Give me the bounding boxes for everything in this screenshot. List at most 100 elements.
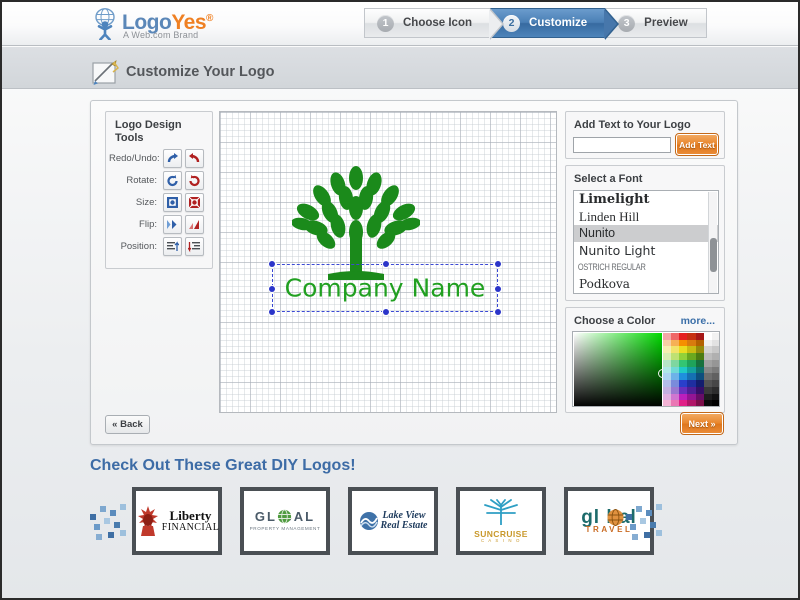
color-swatch[interactable] bbox=[679, 394, 687, 401]
color-swatch[interactable] bbox=[671, 367, 679, 374]
color-swatch[interactable] bbox=[663, 346, 671, 353]
more-colors-link[interactable]: more... bbox=[681, 315, 715, 327]
color-swatch[interactable] bbox=[671, 387, 679, 394]
color-swatch[interactable] bbox=[704, 400, 712, 407]
color-swatch[interactable] bbox=[696, 387, 704, 394]
color-swatch[interactable] bbox=[663, 394, 671, 401]
gallery-item-liberty-financial[interactable]: Liberty FINANCIAL bbox=[132, 487, 222, 555]
font-option-nunito[interactable]: Nunito bbox=[574, 225, 718, 242]
color-swatch[interactable] bbox=[696, 394, 704, 401]
color-swatch[interactable] bbox=[704, 373, 712, 380]
step-choose-icon[interactable]: 1 Choose Icon bbox=[364, 8, 490, 38]
color-swatch[interactable] bbox=[696, 333, 704, 340]
color-swatch[interactable] bbox=[679, 400, 687, 407]
align-front-icon[interactable] bbox=[163, 237, 182, 256]
next-button[interactable]: Next » bbox=[681, 413, 723, 434]
color-swatch[interactable] bbox=[712, 346, 720, 353]
color-swatch[interactable] bbox=[712, 373, 720, 380]
flip-vertical-icon[interactable] bbox=[185, 215, 204, 234]
color-swatch[interactable] bbox=[663, 340, 671, 347]
color-swatch[interactable] bbox=[704, 380, 712, 387]
color-swatch[interactable] bbox=[679, 353, 687, 360]
color-swatch[interactable] bbox=[712, 387, 720, 394]
step-customize[interactable]: 2 Customize bbox=[490, 8, 605, 38]
color-swatch[interactable] bbox=[679, 367, 687, 374]
saturation-brightness-gradient[interactable] bbox=[574, 333, 662, 407]
color-swatch[interactable] bbox=[679, 373, 687, 380]
color-swatch[interactable] bbox=[712, 394, 720, 401]
color-swatch[interactable] bbox=[671, 340, 679, 347]
logoyes-brand-logo[interactable]: LogoYes® A Web.com Brand bbox=[90, 6, 300, 44]
color-swatch[interactable] bbox=[712, 380, 720, 387]
resize-handle-nw[interactable] bbox=[269, 261, 275, 267]
color-swatch[interactable] bbox=[704, 333, 712, 340]
resize-handle-w[interactable] bbox=[269, 286, 275, 292]
color-swatch[interactable] bbox=[696, 360, 704, 367]
flip-horizontal-icon[interactable] bbox=[163, 215, 182, 234]
color-swatch[interactable] bbox=[679, 387, 687, 394]
gallery-item-lake-view-real-estate[interactable]: Lake View Real Estate bbox=[348, 487, 438, 555]
color-swatch[interactable] bbox=[687, 360, 695, 367]
color-swatch-grid[interactable] bbox=[663, 333, 720, 407]
color-swatch[interactable] bbox=[696, 367, 704, 374]
color-swatch[interactable] bbox=[696, 380, 704, 387]
color-swatch[interactable] bbox=[687, 380, 695, 387]
color-swatch[interactable] bbox=[679, 333, 687, 340]
logo-canvas[interactable]: Company Name bbox=[219, 111, 557, 413]
color-swatch[interactable] bbox=[687, 394, 695, 401]
color-swatch[interactable] bbox=[704, 394, 712, 401]
color-swatch[interactable] bbox=[671, 360, 679, 367]
font-option-limelight[interactable]: Limelight bbox=[574, 191, 718, 208]
logo-text[interactable]: Company Name bbox=[273, 274, 497, 303]
color-swatch[interactable] bbox=[704, 346, 712, 353]
color-swatch[interactable] bbox=[671, 400, 679, 407]
font-option-ostrich-regular[interactable]: OSTRICH REGULAR bbox=[574, 259, 686, 276]
color-swatch[interactable] bbox=[671, 353, 679, 360]
undo-arrow-icon[interactable] bbox=[185, 149, 204, 168]
step-preview[interactable]: 3 Preview bbox=[605, 8, 706, 38]
add-text-input[interactable] bbox=[573, 137, 671, 153]
color-swatch[interactable] bbox=[663, 360, 671, 367]
color-swatch[interactable] bbox=[704, 360, 712, 367]
font-list[interactable]: Limelight Linden Hill Nunito Nunito Ligh… bbox=[573, 190, 719, 294]
color-swatch[interactable] bbox=[663, 353, 671, 360]
color-swatch[interactable] bbox=[687, 367, 695, 374]
color-swatch[interactable] bbox=[696, 346, 704, 353]
color-swatch[interactable] bbox=[671, 394, 679, 401]
color-swatch[interactable] bbox=[687, 353, 695, 360]
color-swatch[interactable] bbox=[712, 340, 720, 347]
color-swatch[interactable] bbox=[687, 400, 695, 407]
color-swatch[interactable] bbox=[704, 353, 712, 360]
color-swatch[interactable] bbox=[687, 387, 695, 394]
color-swatch[interactable] bbox=[679, 346, 687, 353]
scrollbar-thumb[interactable] bbox=[710, 238, 717, 272]
color-swatch[interactable] bbox=[663, 380, 671, 387]
back-button[interactable]: « Back bbox=[105, 415, 150, 434]
color-swatch[interactable] bbox=[679, 380, 687, 387]
rotate-right-icon[interactable] bbox=[185, 171, 204, 190]
color-picker[interactable] bbox=[572, 331, 720, 407]
text-selection-box[interactable]: Company Name bbox=[272, 264, 498, 312]
resize-handle-se[interactable] bbox=[495, 309, 501, 315]
color-swatch[interactable] bbox=[696, 373, 704, 380]
color-swatch[interactable] bbox=[679, 340, 687, 347]
color-swatch[interactable] bbox=[704, 387, 712, 394]
color-swatch[interactable] bbox=[671, 333, 679, 340]
color-swatch[interactable] bbox=[712, 400, 720, 407]
color-swatch[interactable] bbox=[663, 367, 671, 374]
color-swatch[interactable] bbox=[663, 373, 671, 380]
resize-handle-sw[interactable] bbox=[269, 309, 275, 315]
resize-handle-e[interactable] bbox=[495, 286, 501, 292]
color-swatch[interactable] bbox=[696, 353, 704, 360]
color-swatch[interactable] bbox=[671, 373, 679, 380]
color-swatch[interactable] bbox=[671, 346, 679, 353]
resize-handle-n[interactable] bbox=[383, 261, 389, 267]
resize-handle-ne[interactable] bbox=[495, 261, 501, 267]
color-swatch[interactable] bbox=[712, 353, 720, 360]
color-swatch[interactable] bbox=[679, 360, 687, 367]
color-swatch[interactable] bbox=[712, 360, 720, 367]
gallery-item-global-property-management[interactable]: GL BAL PROPERTY MANAGEMENT bbox=[240, 487, 330, 555]
add-text-button[interactable]: Add Text bbox=[676, 134, 718, 155]
align-back-icon[interactable] bbox=[185, 237, 204, 256]
color-swatch[interactable] bbox=[712, 367, 720, 374]
